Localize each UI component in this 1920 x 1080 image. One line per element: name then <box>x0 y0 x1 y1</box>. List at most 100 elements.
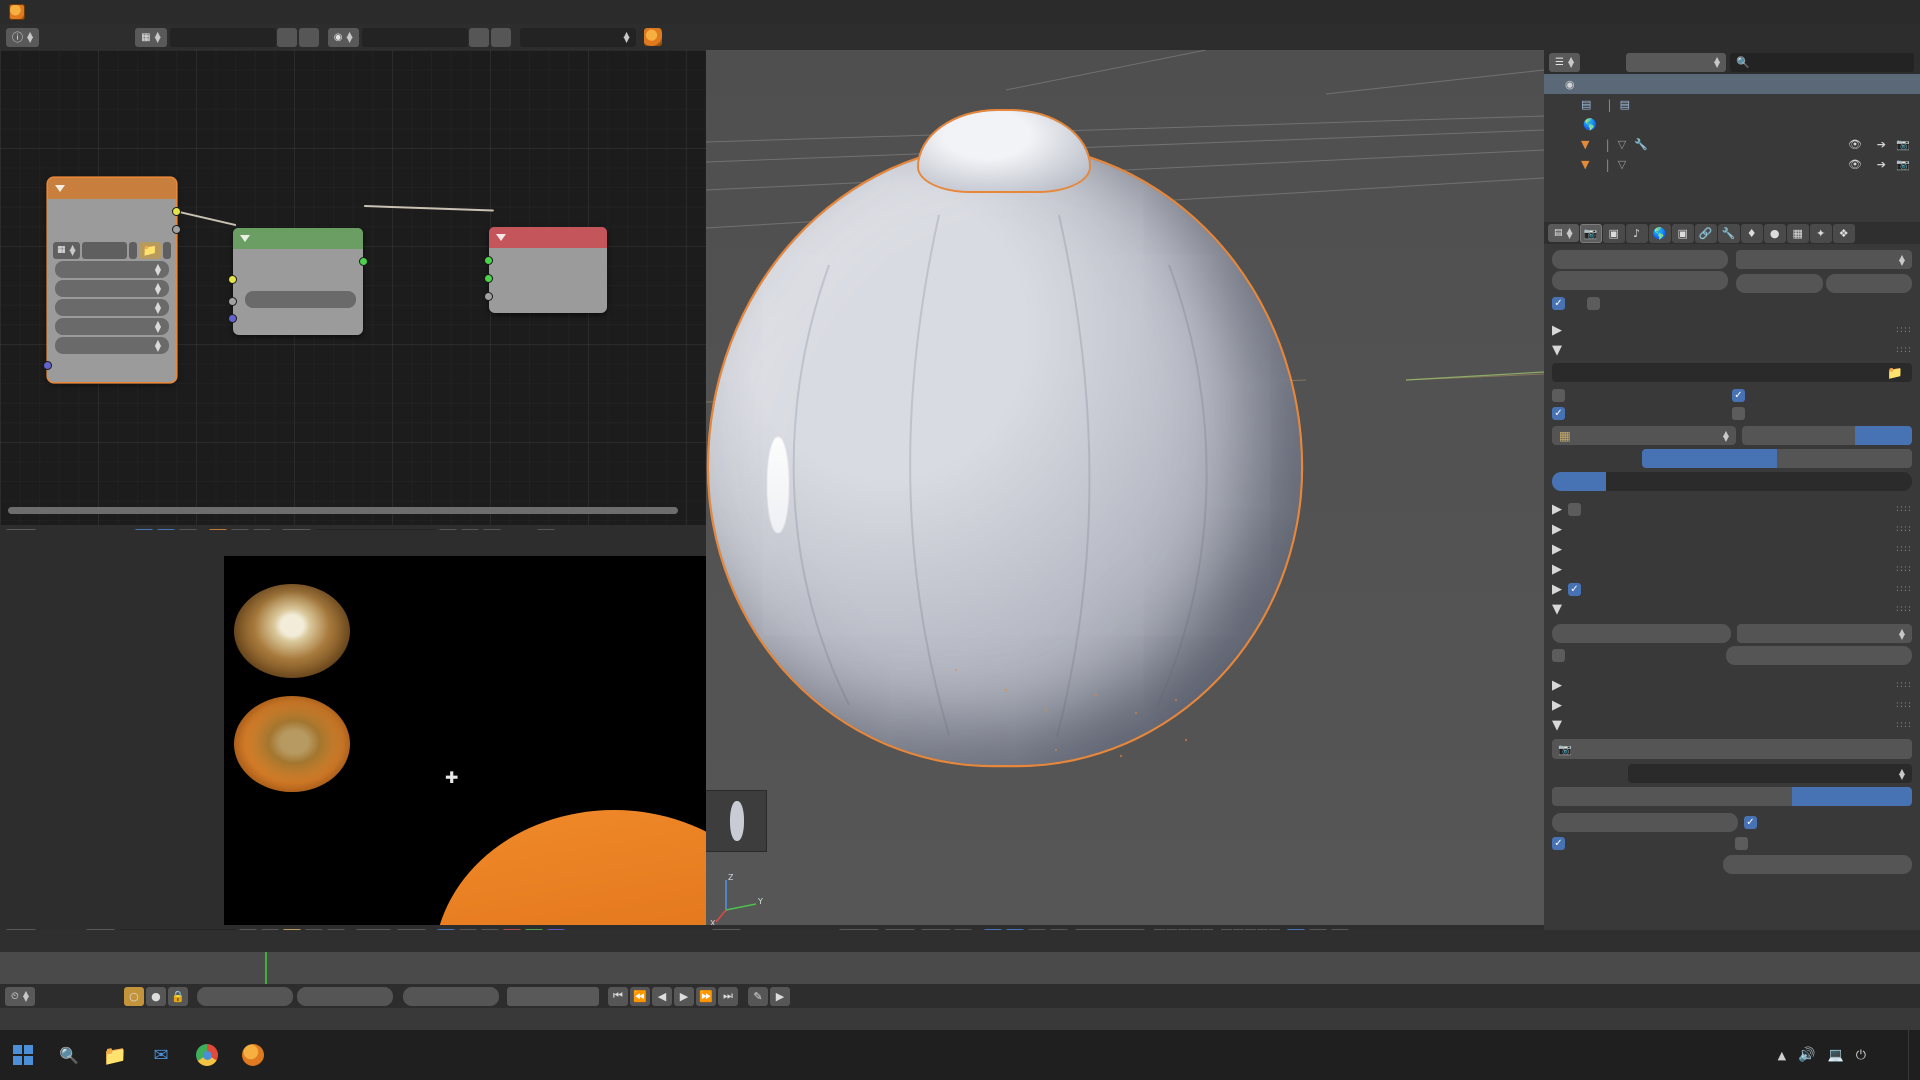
cache-result-checkbox[interactable] <box>1732 407 1745 420</box>
film-panel-header[interactable]: ▼ :::: <box>1552 599 1912 619</box>
chevron-up-icon[interactable]: ▲ <box>1778 1049 1786 1062</box>
browse-image-icon[interactable]: ▦▲▼ <box>53 241 80 259</box>
timeline-editor[interactable]: ⏲ ▲ ▼ ○ ● 🔒 ⏮ ⏪ ◀ ▶ ⏩ ⏭ ✎ ▶ <box>0 930 1920 1030</box>
close-button[interactable] <box>1874 0 1920 24</box>
color-mode-rgb[interactable] <box>1798 426 1856 445</box>
ray-distance-field[interactable] <box>1723 855 1912 874</box>
outliner-tree[interactable]: ◉ ▤ | ▤ 🌎 ▼ | ▽ 🔧 👁 ➔ 📷 ▼ | ▽ 👁 ➔ 📷 <box>1544 74 1920 174</box>
timeline-ruler[interactable] <box>0 930 1920 952</box>
performance-panel-header[interactable]: ▶ :::: <box>1552 675 1912 695</box>
start-icon[interactable] <box>0 1030 46 1080</box>
outliner-icon[interactable]: ☰ ▲ ▼ <box>1549 52 1581 72</box>
socket-volume[interactable] <box>484 274 493 283</box>
node-input-color[interactable] <box>228 271 363 289</box>
texture-tab[interactable]: ❖ <box>1832 223 1855 243</box>
border-checkbox[interactable]: ✓ <box>1552 297 1565 310</box>
playhead[interactable] <box>265 952 267 984</box>
transparent-checkbox[interactable] <box>1552 649 1565 662</box>
metadata-panel-header[interactable]: ▶ :::: <box>1552 320 1912 340</box>
outliner-row-scene[interactable]: ◉ <box>1544 74 1920 94</box>
socket-vector[interactable] <box>43 361 52 370</box>
menu-playback[interactable] <box>101 986 123 1006</box>
freestyle-panel-header[interactable]: ▶ :::: <box>1552 499 1912 519</box>
bake-contributions-group[interactable] <box>1552 787 1912 806</box>
start-frame-field[interactable] <box>196 986 293 1006</box>
color-mode-bw[interactable] <box>1742 426 1799 445</box>
crop-checkbox[interactable] <box>1587 297 1600 310</box>
renderlayer-icon[interactable]: ▤ <box>1620 98 1630 111</box>
node-input-vector[interactable] <box>43 357 176 375</box>
menu-frame[interactable] <box>79 986 101 1006</box>
motion-blur-panel-header[interactable]: ▶ ✓ :::: <box>1552 579 1912 599</box>
modifier-wrench-icon[interactable]: 🔧 <box>1634 138 1648 151</box>
drag-handle[interactable]: :::: <box>1896 584 1912 594</box>
margin-field[interactable] <box>1552 813 1738 832</box>
pose-icon[interactable]: ▶ <box>769 986 790 1006</box>
menu-view[interactable] <box>1580 52 1602 72</box>
outliner-row-renderlayers[interactable]: ▤ | ▤ <box>1544 94 1920 114</box>
drag-handle[interactable]: :::: <box>1896 720 1912 730</box>
material-tab[interactable]: ✦ <box>1809 223 1832 243</box>
play-icon[interactable]: ▶ <box>673 986 694 1006</box>
drag-handle[interactable]: :::: <box>1896 544 1912 554</box>
menu-search[interactable] <box>1602 52 1624 72</box>
render-tab[interactable]: 📷 <box>1579 223 1602 243</box>
node-editor[interactable]: ▦ ▲ ▼ 📁 ▲ ▼ ▲ ▼ ▲ ▼ ▲ ▼ ▲ ▼ <box>0 50 706 530</box>
frame-rate-select[interactable]: ▲ ▼ <box>1736 250 1912 269</box>
socket-color[interactable] <box>228 275 237 284</box>
collapse-triangle-icon[interactable] <box>496 234 506 241</box>
uv-image-canvas[interactable]: ✚ <box>224 556 706 930</box>
image-name-field[interactable] <box>81 241 127 259</box>
color-depth-group[interactable] <box>1642 449 1912 468</box>
play-reverse-icon[interactable]: ◀ <box>651 986 672 1006</box>
scene-browse-icon[interactable]: ◉ ▲ ▼ <box>327 27 359 47</box>
color-mode-group[interactable] <box>1742 426 1912 445</box>
display-mode-select[interactable]: ▲ ▼ <box>1626 52 1727 72</box>
bake-type-select[interactable]: ▲ ▼ <box>1628 764 1912 783</box>
open-image-icon[interactable]: 📁 <box>138 241 161 259</box>
uv-image-editor[interactable]: ✚ <box>0 530 706 930</box>
minimize-button[interactable] <box>1782 0 1828 24</box>
eye-icon[interactable]: 👁 <box>1848 138 1862 151</box>
node-output-bsdf[interactable] <box>233 253 368 271</box>
socket-roughness[interactable] <box>228 297 237 306</box>
scene-name-field[interactable] <box>361 27 468 47</box>
object-tab[interactable]: ▣ <box>1671 223 1694 243</box>
camera-render-icon[interactable]: 📷 <box>1896 158 1910 171</box>
node-editor-hscrollbar[interactable] <box>8 507 678 514</box>
viewport-canvas[interactable]: Z Y X <box>706 50 1544 930</box>
eye-icon[interactable]: 👁 <box>1848 158 1862 171</box>
extension-field[interactable]: ▲ ▼ <box>55 318 169 335</box>
modifiers-tab[interactable]: 🔧 <box>1717 223 1740 243</box>
node-image-texture[interactable]: ▦ ▲ ▼ 📁 ▲ ▼ ▲ ▼ ▲ ▼ ▲ ▼ ▲ ▼ <box>43 178 181 382</box>
delete-scene-button[interactable] <box>490 27 511 47</box>
image-datablock-row[interactable]: ▦ ▲ ▼ 📁 <box>53 241 171 259</box>
fake-user-button[interactable] <box>128 241 137 259</box>
drag-handle[interactable]: :::: <box>1896 524 1912 534</box>
unlink-image-button[interactable] <box>163 241 171 259</box>
sampling-panel-header[interactable]: ▶ :::: <box>1552 519 1912 539</box>
chrome-icon[interactable] <box>184 1030 230 1080</box>
menu-file[interactable] <box>39 27 61 47</box>
node-header[interactable] <box>233 228 363 249</box>
compression-slider[interactable] <box>1552 472 1912 491</box>
next-keyframe-icon[interactable]: ⏩ <box>695 986 716 1006</box>
menu-view[interactable] <box>35 986 57 1006</box>
color-space-field[interactable]: ▲ ▼ <box>55 261 169 278</box>
screen-layout-field[interactable] <box>169 27 276 47</box>
overwrite-checkbox[interactable] <box>1552 389 1565 402</box>
node-output-color[interactable] <box>48 203 181 221</box>
time-remap-old-field[interactable] <box>1736 274 1823 293</box>
maximize-button[interactable] <box>1828 0 1874 24</box>
timeline-track[interactable] <box>0 952 1920 984</box>
bake-button[interactable]: 📷 <box>1552 739 1912 759</box>
constraints-tab[interactable]: 🔗 <box>1694 223 1717 243</box>
projection-field[interactable]: ▲ ▼ <box>55 299 169 316</box>
render-engine-select[interactable]: ▲ ▼ <box>519 27 636 47</box>
properties-tab-bar[interactable]: ▤ ▲ ▼ 📷 ▣ ♪ 🌎 ▣ 🔗 🔧 ♦ ● ▦ ✦ ❖ <box>1544 222 1920 244</box>
volume-icon[interactable]: 🔊 <box>1798 1047 1815 1063</box>
node-output-alpha[interactable] <box>48 221 181 239</box>
placeholders-checkbox[interactable]: ✓ <box>1552 407 1565 420</box>
prev-keyframe-icon[interactable]: ⏪ <box>629 986 650 1006</box>
drag-handle[interactable]: :::: <box>1896 680 1912 690</box>
